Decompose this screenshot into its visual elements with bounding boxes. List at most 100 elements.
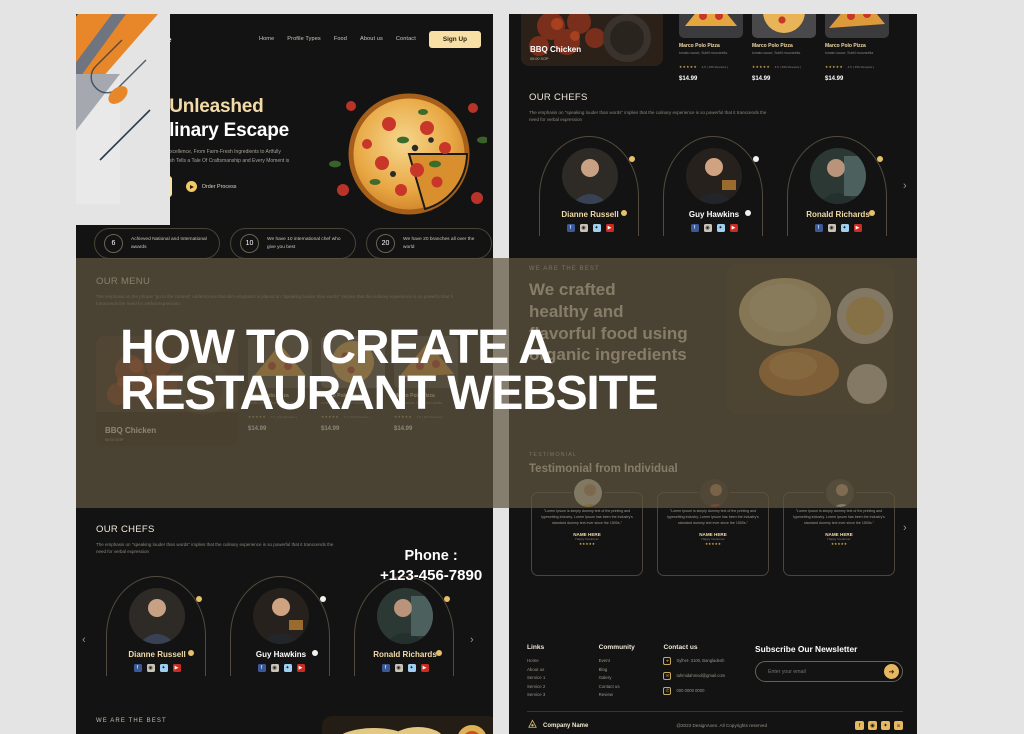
youtube-icon[interactable]: ▶ — [420, 664, 429, 672]
youtube-icon[interactable]: ▶ — [853, 224, 862, 232]
footer-contact-heading: Contact us — [663, 644, 698, 651]
footer-link[interactable]: Blog — [599, 666, 664, 675]
chef-avatar — [686, 148, 742, 204]
facebook-icon[interactable]: f — [133, 664, 142, 672]
footer-contact-email[interactable]: ✉ tahmidahmod@gmail.com — [663, 672, 755, 680]
testimonial-quote: "Lorem Ipsum is simply dummy text of the… — [793, 509, 885, 525]
newsletter-email-input[interactable] — [768, 668, 873, 675]
newsletter-submit-button[interactable]: ➔ — [884, 664, 899, 679]
facebook-icon[interactable]: f — [814, 224, 823, 232]
footer-link[interactable]: About us — [527, 666, 599, 675]
chef-card[interactable]: Ronald Richards f ◉ ✦ ▶ — [783, 132, 893, 237]
twitter-icon[interactable]: ✦ — [880, 721, 890, 730]
chef-dot — [877, 156, 883, 162]
overlay-title-line2: RESTAURANT WEBSITE — [120, 367, 659, 421]
footer-link[interactable]: Review — [599, 691, 664, 700]
chef-dot — [444, 596, 450, 602]
footer-contact-phone[interactable]: ✆ 000 0000 0000 — [663, 687, 755, 695]
testimonial-quote: "Lorem Ipsum is simply dummy text of the… — [541, 509, 633, 525]
nav-item-food[interactable]: Food — [334, 36, 347, 42]
chefs-next-button[interactable]: › — [903, 180, 907, 192]
footer-brand[interactable]: Company Name — [527, 719, 588, 732]
footer-contact-phone-text: 000 0000 0000 — [676, 687, 705, 693]
footer-copyright: @2023 DesignAxen. All Copyrights reserve… — [676, 723, 768, 728]
chef-socials: f ◉ ✦ ▶ — [102, 664, 212, 672]
linkedin-icon[interactable]: in — [893, 721, 903, 730]
testimonial-next-button[interactable]: › — [903, 522, 907, 534]
footer-link[interactable]: Service 3 — [527, 691, 599, 700]
nav-item-home[interactable]: Home — [259, 36, 274, 42]
left-margin — [0, 0, 76, 734]
youtube-icon[interactable]: ▶ — [605, 224, 614, 232]
facebook-icon[interactable]: f — [257, 664, 266, 672]
overlay-title: HOW TO CREATE A RESTAURANT WEBSITE — [120, 324, 659, 421]
facebook-icon[interactable]: f — [854, 721, 864, 730]
chef-card[interactable]: Guy Hawkins f ◉ ✦ ▶ — [659, 132, 769, 237]
testimonial-role: Happy Customer — [575, 536, 599, 541]
footer-bottom-bar: Company Name @2023 DesignAxen. All Copyr… — [527, 719, 903, 732]
twitter-icon[interactable]: ✦ — [283, 664, 292, 672]
menu-item-rating: 4.5 ( 450 Reviews ) — [847, 65, 875, 69]
instagram-icon[interactable]: ◉ — [867, 721, 877, 730]
instagram-icon[interactable]: ◉ — [270, 664, 279, 672]
twitter-icon[interactable]: ✦ — [407, 664, 416, 672]
nav-item-about-us[interactable]: About us — [360, 36, 383, 42]
menu-item-price: $14.99 — [825, 76, 844, 82]
overlay-title-line1: HOW TO CREATE A — [120, 321, 553, 374]
footer-link[interactable]: Service 1 — [527, 674, 599, 683]
chefs-prev-button[interactable]: ‹ — [82, 634, 86, 646]
footer-brand-name: Company Name — [543, 722, 589, 729]
footer-contact-address-text: Sylhet- 3100, Bangladesh — [676, 657, 725, 663]
chef-socials: f ◉ ✦ ▶ — [226, 664, 336, 672]
facebook-icon[interactable]: f — [566, 224, 575, 232]
facebook-icon[interactable]: f — [690, 224, 699, 232]
twitter-icon[interactable]: ✦ — [840, 224, 849, 232]
twitter-icon[interactable]: ✦ — [159, 664, 168, 672]
youtube-icon[interactable]: ▶ — [172, 664, 181, 672]
footer-socials: f ◉ ✦ in — [854, 721, 903, 730]
chef-avatar — [810, 148, 866, 204]
our-chefs-section-right: OUR CHEFS The emphasis on "speaking loud… — [529, 92, 909, 236]
twitter-icon[interactable]: ✦ — [716, 224, 725, 232]
play-icon — [185, 181, 197, 192]
instagram-icon[interactable]: ◉ — [394, 664, 403, 672]
twitter-icon[interactable]: ✦ — [592, 224, 601, 232]
sign-up-button[interactable]: Sign Up — [428, 30, 481, 48]
menu-item-price: $14.99 — [752, 76, 771, 82]
chef-card[interactable]: Ronald Richards f ◉ ✦ ▶ — [350, 572, 460, 677]
mail-icon: ✉ — [663, 672, 672, 680]
chef-socials: f ◉ ✦ ▶ — [535, 224, 645, 232]
instagram-icon[interactable]: ◉ — [146, 664, 155, 672]
youtube-icon[interactable]: ▶ — [296, 664, 305, 672]
facebook-icon[interactable]: f — [381, 664, 390, 672]
chef-card[interactable]: Guy Hawkins f ◉ ✦ ▶ — [226, 572, 336, 677]
stat-value: 10 — [240, 234, 259, 253]
footer-link[interactable]: Event — [599, 657, 664, 666]
footer-link[interactable]: Galery — [599, 674, 664, 683]
footer-newsletter-column: Subscribe Our Newsletter ➔ — [755, 644, 903, 702]
menu-item-name: Marco Polo Pizza — [752, 43, 793, 49]
newsletter-form[interactable]: ➔ — [755, 661, 903, 682]
footer-link[interactable]: Contact us — [599, 683, 664, 692]
menu-feature-card-right[interactable]: BBQ Chicken 00:00 SOP — [521, 8, 663, 66]
chef-dot — [196, 596, 202, 602]
instagram-icon[interactable]: ◉ — [703, 224, 712, 232]
chef-card[interactable]: Dianne Russell f ◉ ✦ ▶ — [535, 132, 645, 237]
hero-pizza-image — [327, 78, 489, 226]
our-chefs-title: OUR CHEFS — [529, 92, 588, 103]
chef-card[interactable]: Dianne Russell f ◉ ✦ ▶ — [102, 572, 212, 677]
stat-card: 6 Achieved National and International aw… — [94, 228, 220, 259]
best-food-image — [322, 716, 493, 734]
nav-item-contact[interactable]: Contact — [396, 36, 416, 42]
logo-icon — [527, 719, 538, 732]
instagram-icon[interactable]: ◉ — [827, 224, 836, 232]
youtube-icon[interactable]: ▶ — [729, 224, 738, 232]
nav-item-profile-types[interactable]: Profile Types — [287, 36, 321, 42]
chefs-next-button[interactable]: › — [470, 634, 474, 646]
footer-link[interactable]: Service 2 — [527, 683, 599, 692]
phone-callout: Phone : +123-456-7890 — [380, 548, 482, 584]
menu-feature-title-right: BBQ Chicken — [530, 45, 582, 54]
footer-link[interactable]: Home — [527, 657, 599, 666]
instagram-icon[interactable]: ◉ — [579, 224, 588, 232]
order-process-link[interactable]: Order Process — [185, 181, 236, 192]
